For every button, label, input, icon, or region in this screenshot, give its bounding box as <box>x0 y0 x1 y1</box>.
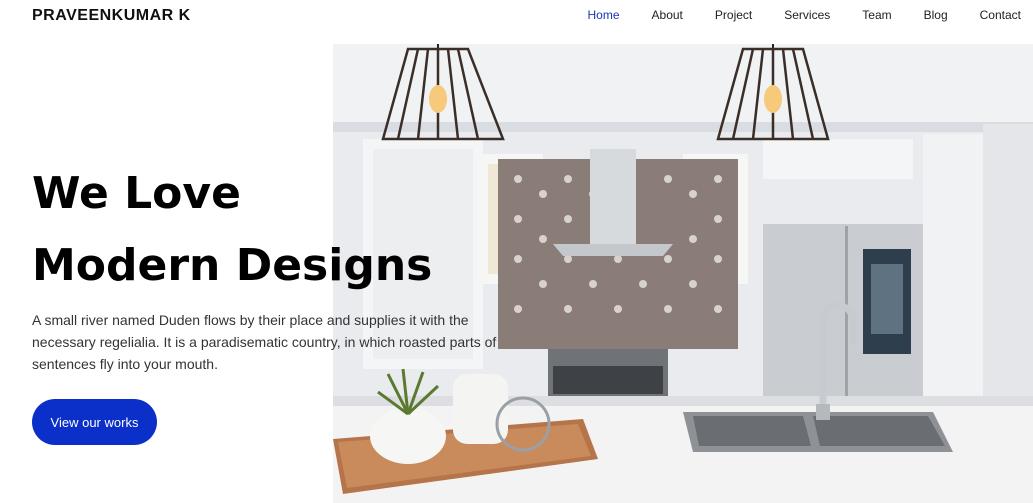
hero-description: A small river named Duden flows by their… <box>32 312 497 372</box>
hero-title-line1: We Love <box>32 168 241 219</box>
nav-project[interactable]: Project <box>715 8 752 22</box>
hero-title-line2: Modern Designs <box>32 240 433 291</box>
main-nav: Home About Project Services Team Blog Co… <box>556 0 1021 30</box>
nav-team[interactable]: Team <box>862 8 891 22</box>
nav-services[interactable]: Services <box>784 8 830 22</box>
view-works-button[interactable]: View our works <box>32 399 157 445</box>
hero-kitchen-image <box>333 44 1033 503</box>
top-navbar: PRAVEENKUMAR K Home About Project Servic… <box>0 0 1033 44</box>
brand-logo[interactable]: PRAVEENKUMAR K <box>32 7 191 25</box>
nav-home[interactable]: Home <box>588 8 620 22</box>
hero-title: We Love Modern Designs <box>32 158 432 302</box>
nav-about[interactable]: About <box>652 8 683 22</box>
nav-blog[interactable]: Blog <box>924 8 948 22</box>
nav-contact[interactable]: Contact <box>980 8 1021 22</box>
